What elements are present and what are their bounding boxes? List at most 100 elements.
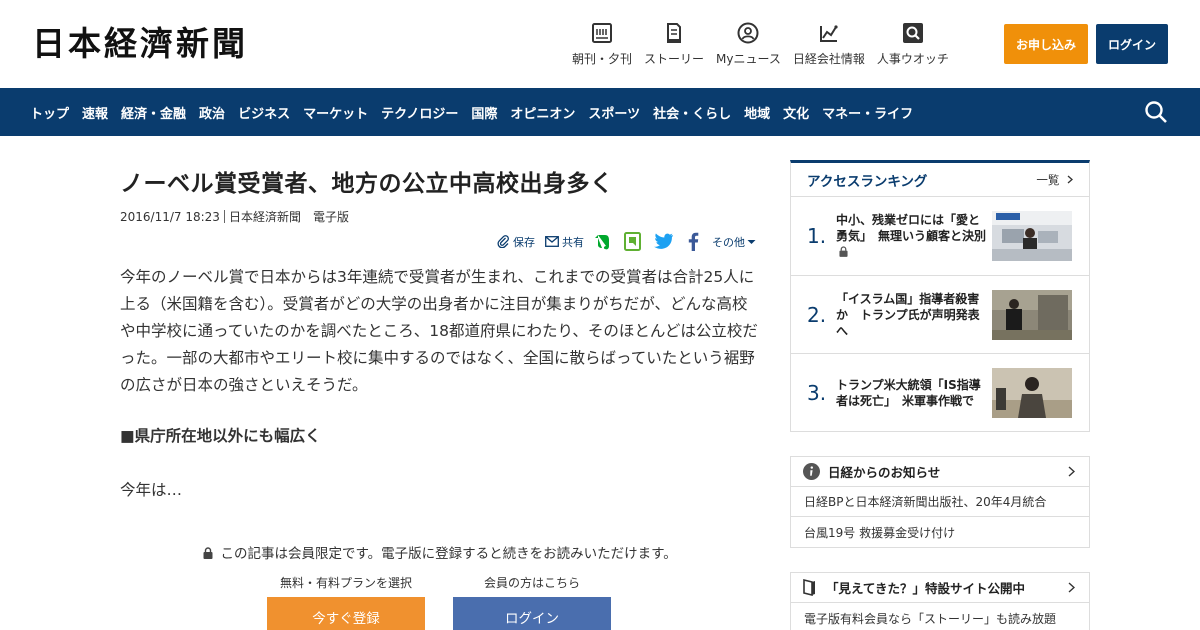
ranking-all-link[interactable]: 一覧	[1036, 172, 1073, 188]
apply-button[interactable]: お申し込み	[1004, 24, 1088, 64]
paperclip-icon	[497, 235, 509, 248]
ranking-item[interactable]: 2. 「イスラム国」指導者殺害か トランプ氏が声明発表へ	[791, 276, 1089, 354]
article-date: 2016/11/7 18:23	[120, 209, 220, 224]
more-share-button[interactable]: その他	[712, 234, 756, 250]
share-button[interactable]: 共有	[545, 234, 584, 250]
paywall-register-column: 無料・有料プランを選択 今すぐ登録	[267, 574, 425, 630]
ranking-title: アクセスランキング	[807, 173, 928, 190]
header-nav-personnel[interactable]: 人事ウオッチ	[877, 22, 949, 67]
article-title: ノーベル賞受賞者、地方の公立中高校出身多く	[120, 171, 614, 197]
ranking-headline: トランプ米大統領「IS指導者は死亡」 米軍事作戦で	[836, 378, 981, 408]
ranking-thumbnail	[992, 289, 1072, 340]
facebook-icon	[688, 232, 699, 251]
facebook-share-button[interactable]	[687, 232, 702, 251]
header-login-button[interactable]: ログイン	[1096, 24, 1168, 64]
header-nav-label: 朝刊・夕刊	[572, 52, 633, 66]
header-nav-label: 人事ウオッチ	[876, 52, 949, 66]
header-nav-morning-evening[interactable]: 朝刊・夕刊	[572, 22, 632, 67]
main-nav-item-culture[interactable]: 文化	[783, 103, 809, 122]
notice-row[interactable]: 日経BPと日本経済新聞出版社、20年4月統合	[791, 487, 1089, 517]
header-nav-label: Myニュース	[716, 52, 781, 66]
main-nav-item-economy[interactable]: 経済・金融	[121, 103, 186, 122]
chevron-right-icon	[1067, 175, 1073, 183]
search-person-icon	[902, 23, 923, 43]
header-nav-company-info[interactable]: 日経会社情報	[793, 22, 865, 67]
ranking-thumbnail	[992, 211, 1072, 261]
notice-header[interactable]: 日経からのお知らせ	[791, 457, 1089, 487]
document-icon	[667, 23, 682, 43]
main-nav-item-business[interactable]: ビジネス	[238, 103, 290, 122]
newspaper-icon	[592, 23, 612, 43]
header-nav: 朝刊・夕刊 ストーリー Myニュース 日経会社情報 人事ウオッチ	[572, 22, 961, 67]
header-nav-label: ストーリー	[644, 52, 705, 66]
main-nav-item-society[interactable]: 社会・くらし	[653, 103, 731, 122]
save-label: 保存	[513, 235, 535, 249]
evernote-icon	[595, 234, 609, 249]
ranking-text: 中小、残業ゼロには「愛と勇気」 無理いう顧客と決別	[836, 197, 986, 275]
main-nav: トップ 速報 経済・金融 政治 ビジネス マーケット テクノロジー 国際 オピニ…	[0, 88, 1200, 136]
ranking-text: トランプ米大統領「IS指導者は死亡」 米軍事作戦で	[836, 354, 986, 432]
header-nav-story[interactable]: ストーリー	[644, 22, 704, 67]
paywall: この記事は会員限定です。電子版に登録すると続きをお読みいただけます。 無料・有料…	[120, 542, 760, 630]
chevron-right-icon	[1068, 582, 1075, 593]
register-button[interactable]: 今すぐ登録	[267, 597, 425, 630]
article-meta: 2016/11/7 18:23 日本経済新聞 電子版	[120, 208, 760, 225]
main-nav-item-top[interactable]: トップ	[30, 103, 69, 122]
paywall-note: この記事は会員限定です。電子版に登録すると続きをお読みいただけます。	[120, 542, 760, 562]
main-nav-item-market[interactable]: マーケット	[303, 103, 368, 122]
member-caption: 会員の方はこちら	[483, 576, 580, 590]
caret-down-icon	[747, 239, 756, 244]
ranking-number: 3.	[807, 381, 827, 405]
ranking-headline: 「イスラム国」指導者殺害か トランプ氏が声明発表へ	[836, 291, 980, 338]
special-site-notice: 「見えてきた？」特設サイト公開中 電子版有料会員なら「ストーリー」も読み放題	[790, 572, 1090, 630]
notice-title: 日経からのお知らせ	[828, 465, 941, 480]
site-header: 日本経濟新聞 朝刊・夕刊 ストーリー Myニュース 日経会社情報 人事ウオッチ …	[0, 0, 1200, 88]
notice-row[interactable]: 台風19号 救援募金受け付け	[791, 517, 1089, 547]
ranking-item[interactable]: 1. 中小、残業ゼロには「愛と勇気」 無理いう顧客と決別	[791, 197, 1089, 276]
notice-header[interactable]: 「見えてきた？」特設サイト公開中	[791, 573, 1089, 603]
main-nav-item-money-life[interactable]: マネー・ライフ	[822, 103, 913, 122]
notice-row[interactable]: 電子版有料会員なら「ストーリー」も読み放題	[791, 603, 1089, 630]
main-nav-item-international[interactable]: 国際	[471, 103, 497, 122]
main-nav-item-sports[interactable]: スポーツ	[588, 103, 640, 122]
save-button[interactable]: 保存	[497, 234, 535, 250]
ranking-item[interactable]: 3. トランプ米大統領「IS指導者は死亡」 米軍事作戦で	[791, 354, 1089, 433]
article-body: 今年のノーベル賞で日本からは3年連続で受賞者が生まれ、これまでの受賞者は合計25…	[120, 268, 758, 394]
ranking-thumbnail	[992, 368, 1072, 418]
share-label: 共有	[562, 235, 584, 249]
memo-share-button[interactable]	[624, 232, 644, 251]
twitter-icon	[654, 233, 673, 249]
meta-divider	[223, 210, 225, 223]
plan-caption: 無料・有料プランを選択	[279, 576, 412, 590]
article-subhead: ■県庁所在地以外にも幅広く	[120, 427, 321, 445]
ranking-number: 2.	[807, 302, 827, 327]
mail-icon	[545, 236, 559, 247]
chevron-right-icon	[1068, 466, 1075, 477]
access-ranking: アクセスランキング 一覧 1. 中小、残業ゼロには「愛と勇気」 無理いう顧客と決…	[790, 160, 1090, 432]
main-nav-item-opinion[interactable]: オピニオン	[510, 103, 575, 122]
ranking-number: 1.	[807, 224, 827, 248]
paywall-note-text: この記事は会員限定です。電子版に登録すると続きをお読みいただけます。	[220, 546, 677, 562]
article-edition: 電子版	[312, 210, 349, 224]
ranking-header: アクセスランキング 一覧	[791, 163, 1089, 197]
site-logo[interactable]: 日本経濟新聞	[32, 24, 248, 64]
main-nav-item-technology[interactable]: テクノロジー	[381, 103, 458, 122]
ranking-text: 「イスラム国」指導者殺害か トランプ氏が声明発表へ	[836, 276, 986, 354]
twitter-share-button[interactable]	[654, 233, 677, 250]
paywall-login-column: 会員の方はこちら ログイン	[453, 574, 611, 630]
article-source: 日本経済新聞	[228, 210, 301, 224]
search-icon[interactable]	[1144, 100, 1168, 124]
share-bar: 保存 共有 その他	[487, 232, 756, 251]
paywall-login-button[interactable]: ログイン	[453, 597, 611, 630]
evernote-share-button[interactable]	[594, 233, 614, 251]
info-icon	[803, 463, 820, 480]
memo-icon	[624, 232, 641, 251]
main-nav-item-politics[interactable]: 政治	[199, 103, 225, 122]
more-label: その他	[712, 235, 745, 249]
header-nav-mynews[interactable]: Myニュース	[716, 22, 781, 67]
article: ノーベル賞受賞者、地方の公立中高校出身多く 2016/11/7 18:23 日本…	[120, 160, 760, 499]
nikkei-notices: 日経からのお知らせ 日経BPと日本経済新聞出版社、20年4月統合 台風19号 救…	[790, 456, 1090, 548]
main-nav-item-region[interactable]: 地域	[744, 103, 770, 122]
main-nav-item-breaking[interactable]: 速報	[82, 103, 108, 122]
notice-title: 「見えてきた？」特設サイト公開中	[826, 581, 1026, 596]
